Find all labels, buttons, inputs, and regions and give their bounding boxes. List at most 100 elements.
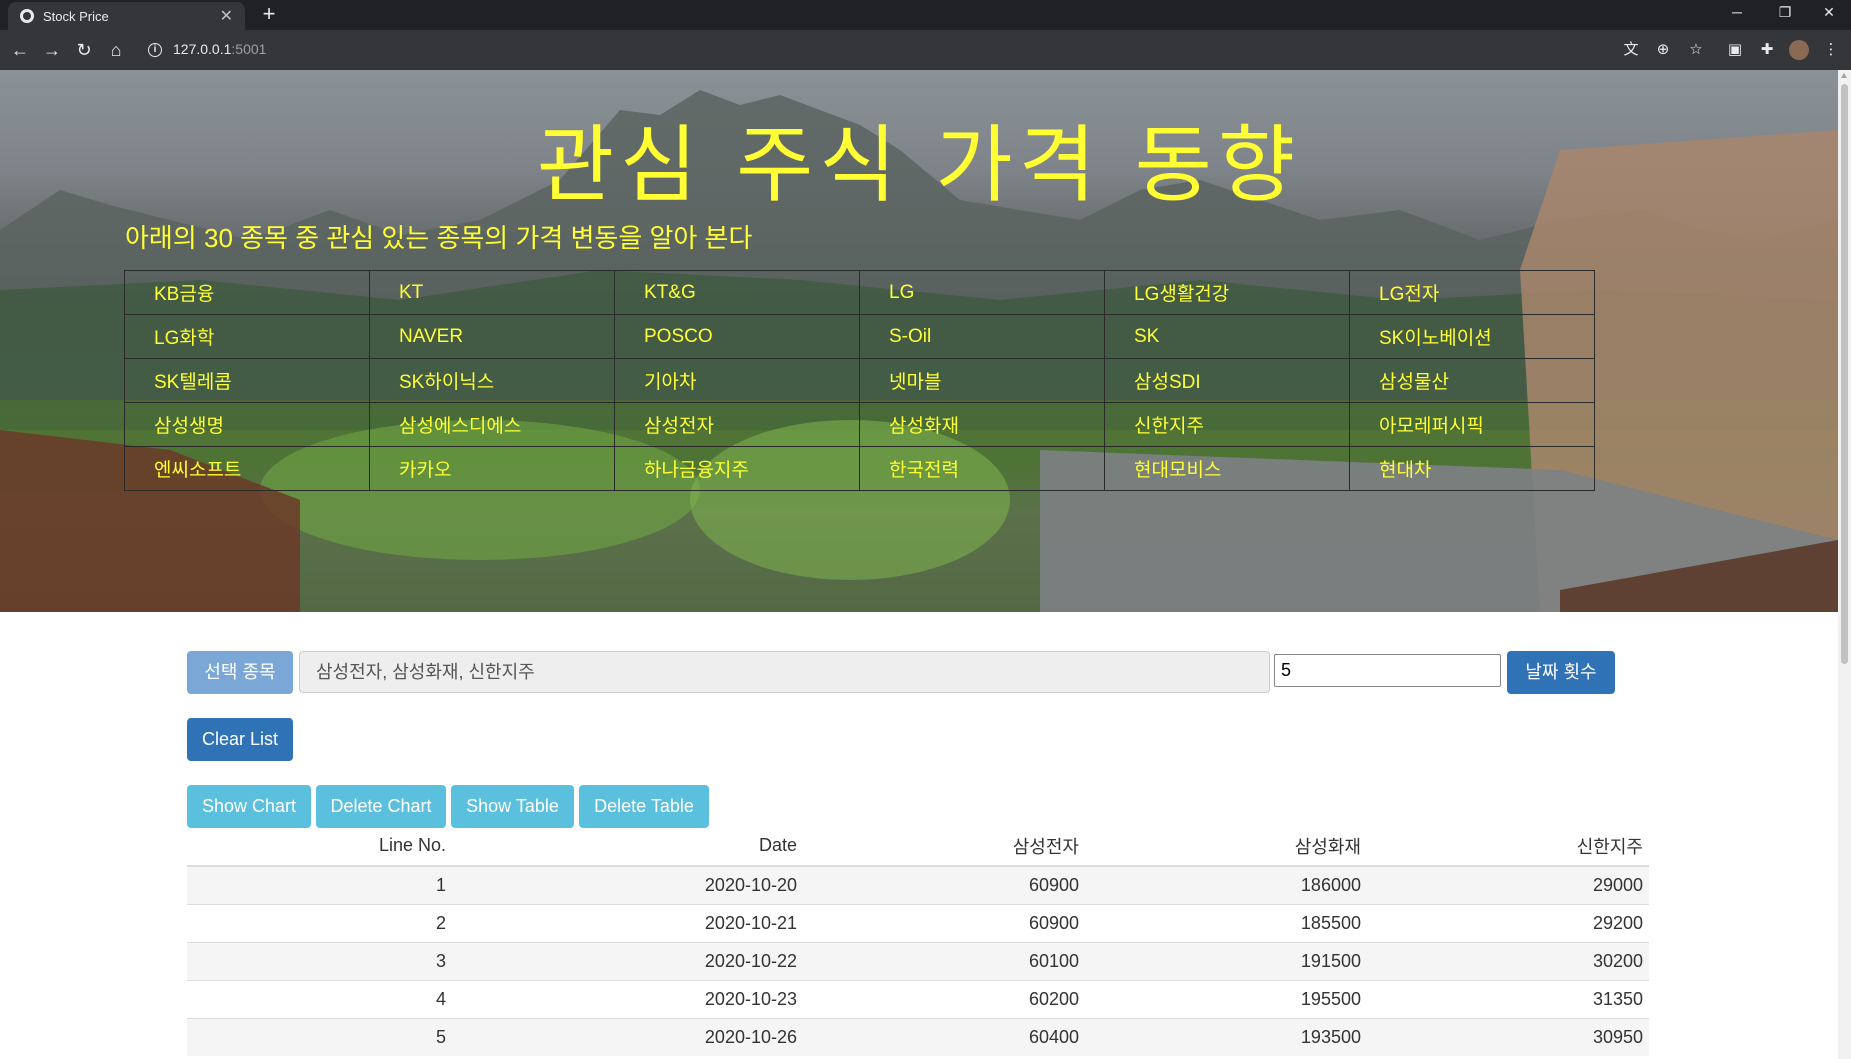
table-cell: 186000: [1085, 865, 1367, 904]
page-subtitle: 아래의 30 종목 중 관심 있는 종목의 가격 변동을 알아 본다: [125, 223, 753, 253]
table-row: 4 2020-10-23 60200 195500 31350: [187, 979, 1649, 1018]
reload-icon[interactable]: ↻: [72, 38, 96, 62]
table-cell: 193500: [1085, 1017, 1367, 1056]
table-cell: 30950: [1367, 1017, 1649, 1056]
stock-item[interactable]: KB금융: [124, 270, 370, 315]
stock-item[interactable]: 삼성화재: [859, 402, 1105, 447]
stock-item[interactable]: 넷마블: [859, 358, 1105, 403]
table-cell: 60100: [803, 941, 1085, 980]
stock-row: 엔씨소프트 카카오 하나금융지주 한국전력 현대모비스 현대차: [124, 446, 1595, 491]
price-table: Line No. Date 삼성전자 삼성화재 신한지주 1 2020-10-2…: [187, 826, 1649, 1056]
stock-item[interactable]: 기아차: [614, 358, 860, 403]
stock-item[interactable]: 하나금융지주: [614, 446, 860, 491]
home-icon[interactable]: ⌂: [104, 38, 128, 62]
globe-icon: [20, 9, 34, 23]
show-table-button[interactable]: Show Table: [451, 785, 574, 828]
translate-icon[interactable]: 文: [1621, 40, 1641, 60]
stock-item[interactable]: 아모레퍼시픽: [1349, 402, 1595, 447]
column-header: 삼성전자: [803, 826, 1085, 867]
bookmark-star-icon[interactable]: ☆: [1686, 40, 1706, 60]
scrollbar-thumb[interactable]: [1841, 84, 1848, 664]
window-close-icon[interactable]: ✕: [1806, 4, 1851, 21]
hero-banner: 관심 주식 가격 동향 아래의 30 종목 중 관심 있는 종목의 가격 변동을…: [0, 70, 1838, 612]
address-bar[interactable]: 127.0.0.1:5001: [173, 41, 266, 57]
stock-item[interactable]: 삼성에스디에스: [369, 402, 615, 447]
table-cell: 2020-10-23: [452, 979, 803, 1018]
stock-row: SK텔레콤 SK하이닉스 기아차 넷마블 삼성SDI 삼성물산: [124, 358, 1595, 403]
stock-item[interactable]: LG: [859, 270, 1105, 315]
table-cell: 195500: [1085, 979, 1367, 1018]
delete-table-button[interactable]: Delete Table: [579, 785, 709, 828]
stock-row: LG화학 NAVER POSCO S-Oil SK SK이노베이션: [124, 314, 1595, 359]
stock-row: 삼성생명 삼성에스디에스 삼성전자 삼성화재 신한지주 아모레퍼시픽: [124, 402, 1595, 447]
back-icon[interactable]: ←: [8, 38, 32, 62]
table-cell: 2020-10-20: [452, 865, 803, 904]
menu-dots-icon[interactable]: ⋮: [1821, 40, 1841, 60]
extension-translate-icon[interactable]: ▣: [1725, 40, 1745, 60]
stock-item[interactable]: LG생활건강: [1104, 270, 1350, 315]
table-cell: 30200: [1367, 941, 1649, 980]
show-chart-button[interactable]: Show Chart: [187, 785, 311, 828]
stock-item[interactable]: 신한지주: [1104, 402, 1350, 447]
stock-item[interactable]: 삼성SDI: [1104, 358, 1350, 403]
selected-stocks-label: 선택 종목: [187, 651, 293, 694]
table-cell: 29200: [1367, 903, 1649, 942]
stock-item[interactable]: NAVER: [369, 314, 615, 359]
delete-chart-button[interactable]: Delete Chart: [316, 785, 446, 828]
stock-item[interactable]: 카카오: [369, 446, 615, 491]
stock-item[interactable]: 엔씨소프트: [124, 446, 370, 491]
table-cell: 60400: [803, 1017, 1085, 1056]
stock-item[interactable]: LG화학: [124, 314, 370, 359]
puzzle-icon[interactable]: ✚: [1757, 40, 1777, 60]
table-cell: 3: [187, 941, 452, 980]
stock-item[interactable]: SK이노베이션: [1349, 314, 1595, 359]
zoom-icon[interactable]: ⊕: [1653, 40, 1673, 60]
url-host: 127.0.0.1: [173, 41, 232, 57]
stock-item[interactable]: 현대모비스: [1104, 446, 1350, 491]
new-tab-icon[interactable]: +: [258, 3, 280, 25]
table-header-row: Line No. Date 삼성전자 삼성화재 신한지주: [187, 826, 1649, 867]
date-count-input[interactable]: 5: [1274, 654, 1501, 687]
stock-grid: KB금융 KT KT&G LG LG생활건강 LG전자 LG화학 NAVER P…: [124, 270, 1595, 491]
stock-item[interactable]: 현대차: [1349, 446, 1595, 491]
stock-item[interactable]: S-Oil: [859, 314, 1105, 359]
stock-item[interactable]: KT&G: [614, 270, 860, 315]
column-header: Line No.: [187, 826, 452, 867]
stock-item[interactable]: 한국전력: [859, 446, 1105, 491]
table-cell: 60900: [803, 865, 1085, 904]
table-cell: 185500: [1085, 903, 1367, 942]
avatar[interactable]: [1789, 40, 1809, 60]
info-icon[interactable]: i: [148, 43, 162, 57]
stock-item[interactable]: 삼성전자: [614, 402, 860, 447]
column-header: 삼성화재: [1085, 826, 1367, 867]
clear-list-button[interactable]: Clear List: [187, 718, 293, 761]
close-tab-icon[interactable]: ✕: [220, 6, 233, 26]
table-row: 5 2020-10-26 60400 193500 30950: [187, 1017, 1649, 1056]
table-cell: 4: [187, 979, 452, 1018]
restore-icon[interactable]: ❐: [1762, 4, 1808, 21]
browser-tab[interactable]: Stock Price ✕: [8, 2, 245, 30]
stock-item[interactable]: KT: [369, 270, 615, 315]
scroll-up-icon[interactable]: [1841, 73, 1847, 78]
stock-item[interactable]: SK하이닉스: [369, 358, 615, 403]
table-row: 2 2020-10-21 60900 185500 29200: [187, 903, 1649, 942]
stock-item[interactable]: LG전자: [1349, 270, 1595, 315]
table-cell: 191500: [1085, 941, 1367, 980]
url-port: :5001: [231, 41, 267, 57]
minimize-icon[interactable]: ─: [1714, 4, 1760, 20]
forward-icon[interactable]: →: [40, 38, 64, 62]
table-cell: 2020-10-21: [452, 903, 803, 942]
stock-item[interactable]: 삼성물산: [1349, 358, 1595, 403]
table-cell: 29000: [1367, 865, 1649, 904]
stock-row: KB금융 KT KT&G LG LG생활건강 LG전자: [124, 270, 1595, 315]
table-cell: 60900: [803, 903, 1085, 942]
selected-stocks-field[interactable]: 삼성전자, 삼성화재, 신한지주: [299, 651, 1270, 693]
table-row: 3 2020-10-22 60100 191500 30200: [187, 941, 1649, 980]
column-header: 신한지주: [1367, 826, 1649, 867]
stock-item[interactable]: SK텔레콤: [124, 358, 370, 403]
date-count-button[interactable]: 날짜 횟수: [1507, 651, 1615, 694]
stock-item[interactable]: SK: [1104, 314, 1350, 359]
stock-item[interactable]: POSCO: [614, 314, 860, 359]
page-scrollbar[interactable]: [1838, 70, 1851, 1059]
stock-item[interactable]: 삼성생명: [124, 402, 370, 447]
